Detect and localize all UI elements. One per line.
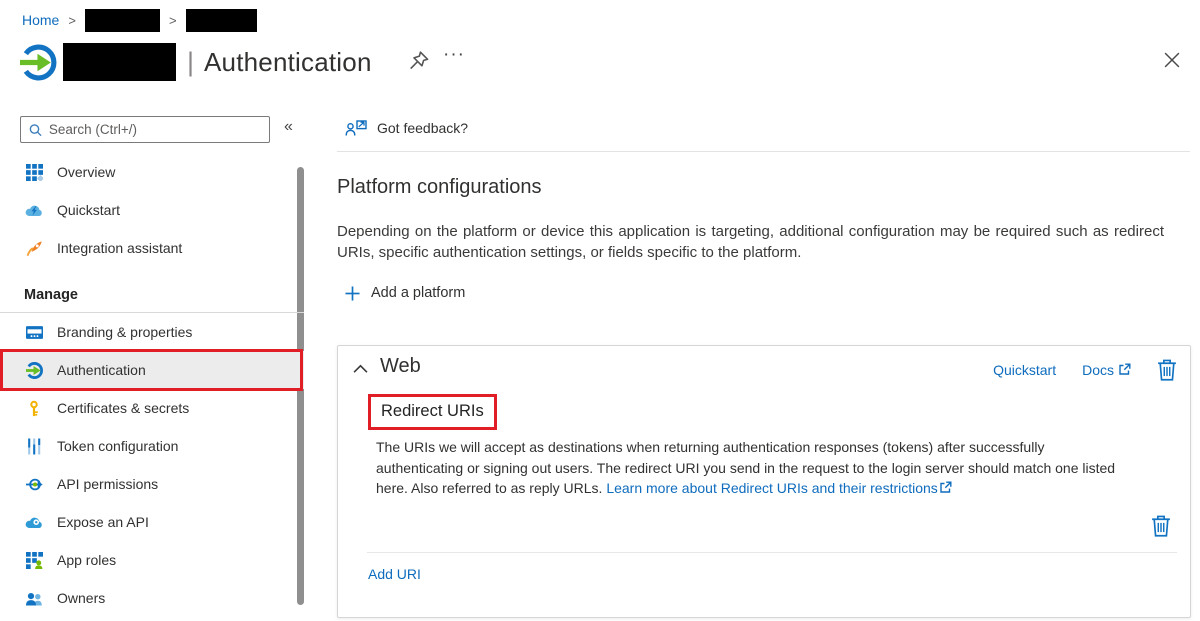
- uri-list-divider: [367, 552, 1177, 553]
- sidebar-search: [20, 116, 270, 143]
- web-card-actions: Quickstart Docs: [993, 358, 1177, 381]
- quickstart-link-label: Quickstart: [993, 362, 1056, 378]
- feedback-icon: [345, 120, 367, 137]
- sidebar-item-branding-properties[interactable]: Branding & properties: [0, 313, 304, 351]
- add-a-platform-label: Add a platform: [371, 285, 465, 301]
- platform-configurations-title: Platform configurations: [337, 176, 542, 199]
- sidebar-item-quickstart[interactable]: Quickstart: [0, 191, 304, 229]
- azure-portal-authentication-page: Home > > | Authentication ··· «: [0, 0, 1200, 621]
- sidebar-item-label: App roles: [57, 552, 116, 568]
- toolbar-divider: [337, 151, 1190, 152]
- pin-icon[interactable]: [408, 50, 430, 72]
- learn-more-label: Learn more about Redirect URIs and their…: [606, 480, 937, 496]
- sidebar-item-label: API permissions: [57, 476, 158, 492]
- sidebar-item-overview[interactable]: Overview: [0, 153, 304, 191]
- authentication-icon: [25, 361, 43, 379]
- sidebar-item-label: Quickstart: [57, 202, 120, 218]
- sliders-icon: [25, 437, 43, 455]
- close-icon[interactable]: [1162, 50, 1182, 70]
- sidebar-item-label: Authentication: [57, 362, 146, 378]
- overview-icon: [25, 163, 43, 181]
- sidebar-item-owners[interactable]: Owners: [0, 579, 304, 617]
- sidebar-item-label: Expose an API: [57, 514, 149, 530]
- annotation-box-redirect-uris: Redirect URIs: [368, 394, 497, 430]
- sidebar-item-label: Integration assistant: [57, 240, 182, 256]
- title-pipe: |: [187, 47, 194, 78]
- rocket-icon: [25, 239, 43, 257]
- sidebar-item-api-permissions[interactable]: API permissions: [0, 465, 304, 503]
- uri-row: [1151, 514, 1171, 542]
- external-link-icon: [1118, 363, 1131, 376]
- add-a-platform-button[interactable]: Add a platform: [345, 285, 465, 301]
- sidebar-item-label: Token configuration: [57, 438, 178, 454]
- breadcrumb-redacted-item[interactable]: [186, 9, 257, 32]
- sidebar-item-label: Owners: [57, 590, 105, 606]
- sidebar-nav: Overview Quickstart: [0, 153, 304, 617]
- platform-configurations-description: Depending on the platform or device this…: [337, 221, 1164, 263]
- main-content: Got feedback? Platform configurations De…: [337, 108, 1192, 621]
- breadcrumb-separator: >: [68, 13, 76, 28]
- page-title: | Authentication: [187, 42, 372, 82]
- sidebar-item-app-roles[interactable]: App roles: [0, 541, 304, 579]
- quickstart-cloud-icon: [25, 201, 43, 219]
- docs-link[interactable]: Docs: [1082, 362, 1131, 378]
- sidebar-item-label: Overview: [57, 164, 115, 180]
- app-registration-icon: [20, 44, 57, 81]
- breadcrumb: Home > >: [22, 8, 257, 32]
- docs-link-label: Docs: [1082, 362, 1114, 378]
- sidebar-item-certificates-secrets[interactable]: Certificates & secrets: [0, 389, 304, 427]
- browser-window-icon: [25, 323, 43, 341]
- plus-icon: [345, 286, 360, 301]
- add-uri-button[interactable]: Add URI: [368, 566, 421, 582]
- got-feedback-button[interactable]: Got feedback?: [345, 114, 468, 142]
- sidebar-item-authentication[interactable]: Authentication: [0, 351, 304, 389]
- api-permissions-icon: [25, 475, 43, 493]
- external-link-icon: [939, 481, 952, 494]
- redirect-uris-description: The URIs we will accept as destinations …: [376, 437, 1133, 499]
- sidebar-item-expose-an-api[interactable]: Expose an API: [0, 503, 304, 541]
- more-options-button[interactable]: ···: [443, 44, 465, 66]
- breadcrumb-redacted-item[interactable]: [85, 9, 160, 32]
- app-roles-icon: [25, 551, 43, 569]
- delete-platform-icon[interactable]: [1157, 358, 1177, 381]
- sidebar-item-token-configuration[interactable]: Token configuration: [0, 427, 304, 465]
- collapse-sidebar-button[interactable]: «: [284, 118, 293, 136]
- delete-uri-icon[interactable]: [1151, 514, 1171, 537]
- key-icon: [25, 399, 43, 417]
- collapse-chevron-icon[interactable]: [353, 364, 368, 374]
- page-title-text: Authentication: [204, 47, 372, 78]
- quickstart-link[interactable]: Quickstart: [993, 362, 1056, 378]
- search-icon: [29, 123, 42, 137]
- sidebar-item-label: Certificates & secrets: [57, 400, 189, 416]
- sidebar-item-label: Branding & properties: [57, 324, 192, 340]
- web-platform-card: Web Quickstart Docs: [337, 345, 1191, 618]
- got-feedback-label: Got feedback?: [377, 120, 468, 136]
- sidebar-item-integration-assistant[interactable]: Integration assistant: [0, 229, 304, 267]
- learn-more-redirect-uris-link[interactable]: Learn more about Redirect URIs and their…: [606, 480, 951, 496]
- cloud-gear-icon: [25, 513, 43, 531]
- breadcrumb-home-link[interactable]: Home: [22, 12, 59, 28]
- annotation-box-authentication: [0, 349, 303, 391]
- people-icon: [25, 589, 43, 607]
- breadcrumb-separator: >: [169, 13, 177, 28]
- redirect-uris-heading: Redirect URIs: [381, 402, 484, 420]
- app-name-redacted: [63, 43, 176, 81]
- sidebar-section-manage: Manage: [0, 277, 304, 313]
- sidebar: « Overview: [0, 108, 306, 621]
- search-input[interactable]: [49, 122, 261, 137]
- web-card-title: Web: [380, 355, 421, 378]
